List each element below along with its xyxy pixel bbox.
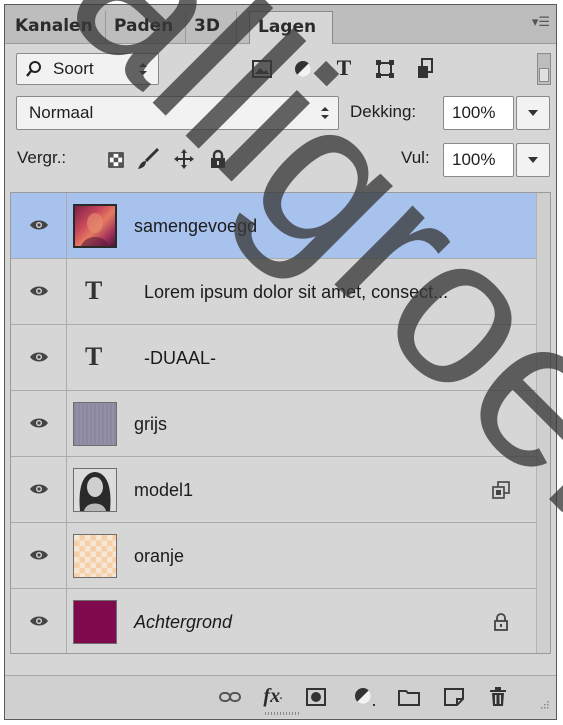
layers-panel: Kanalen Paden 3D Lagen ▾☰ Soort T Normaa… [4, 4, 557, 720]
eye-icon [29, 216, 49, 235]
layers-scrollbar[interactable] [536, 193, 550, 653]
layer-thumbnail[interactable] [73, 204, 117, 248]
filter-smart-object-icon[interactable] [415, 56, 437, 82]
layer-thumbnail[interactable] [73, 402, 117, 446]
layer-name[interactable]: -DUAAL- [144, 325, 216, 391]
layer-row-samengevoegd[interactable]: samengevoegd [11, 193, 537, 259]
trash-icon[interactable] [486, 684, 510, 710]
add-mask-icon[interactable] [304, 685, 328, 709]
filter-shape-layer-icon[interactable] [373, 57, 397, 81]
layer-row-duaal[interactable]: T -DUAAL- [11, 325, 537, 391]
smart-object-icon [491, 480, 511, 500]
visibility-toggle[interactable] [11, 193, 67, 258]
layers-bottom-toolbar: fx. [5, 675, 556, 718]
layer-row-oranje[interactable]: oranje [11, 523, 537, 589]
blend-mode-value: Normaal [29, 103, 94, 122]
lock-transparent-pixels-icon[interactable] [105, 148, 127, 172]
tab-paden[interactable]: Paden [106, 11, 186, 43]
opacity-label: Dekking: [350, 102, 417, 121]
layer-thumbnail[interactable] [73, 534, 117, 578]
visibility-toggle[interactable] [11, 589, 67, 653]
lock-all-icon[interactable] [206, 146, 230, 172]
text-layer-icon[interactable]: T [85, 259, 102, 325]
layer-name[interactable]: samengevoegd [134, 193, 257, 259]
visibility-toggle[interactable] [11, 523, 67, 588]
eye-icon [29, 480, 49, 499]
opacity-dropdown-button[interactable] [516, 96, 550, 130]
visibility-toggle[interactable] [11, 457, 67, 522]
panel-menu-icon[interactable]: ▾☰ [532, 15, 550, 30]
layer-name[interactable]: grijs [134, 391, 167, 457]
opacity-input[interactable]: 100% [443, 96, 514, 130]
layer-name[interactable]: model1 [134, 457, 193, 523]
eye-icon [29, 546, 49, 565]
eye-icon [29, 612, 49, 631]
layer-row-achtergrond[interactable]: Achtergrond [11, 589, 537, 653]
eye-icon [29, 414, 49, 433]
new-adjustment-layer-icon[interactable] [351, 684, 379, 710]
lock-position-icon[interactable] [171, 146, 197, 172]
eye-icon [29, 282, 49, 301]
layer-thumbnail[interactable] [73, 468, 117, 512]
fill-dropdown-button[interactable] [516, 143, 550, 177]
updown-arrows-icon [317, 102, 333, 124]
fill-label: Vul: [401, 148, 430, 167]
search-icon [25, 59, 43, 79]
fill-value: 100% [452, 150, 496, 169]
text-layer-icon[interactable]: T [85, 325, 102, 391]
visibility-toggle[interactable] [11, 325, 67, 390]
fx-layer-style-icon[interactable]: fx. [258, 682, 288, 710]
lock-icon [491, 611, 511, 633]
filter-toggle-switch[interactable] [537, 53, 551, 85]
new-group-icon[interactable] [396, 685, 422, 709]
tab-lagen[interactable]: Lagen [249, 11, 333, 44]
panel-resize-handle[interactable] [265, 712, 301, 715]
link-layers-icon[interactable] [217, 685, 243, 709]
lock-label: Vergr.: [17, 148, 67, 167]
filter-pixel-layer-icon[interactable] [251, 57, 273, 81]
visibility-toggle[interactable] [11, 259, 67, 324]
layer-row-grijs[interactable]: grijs [11, 391, 537, 457]
tab-3d[interactable]: 3D [186, 11, 237, 43]
new-layer-icon[interactable] [442, 685, 466, 709]
filter-kind-select[interactable]: Soort [16, 53, 159, 85]
filter-text-layer-icon[interactable]: T [333, 55, 355, 81]
chevron-down-icon [517, 97, 549, 129]
updown-arrows-icon [135, 58, 151, 80]
tab-kanalen[interactable]: Kanalen [7, 11, 106, 43]
layer-name[interactable]: Achtergrond [134, 589, 232, 653]
eye-icon [29, 348, 49, 367]
layer-row-lorem[interactable]: T Lorem ipsum dolor sit amet, consect... [11, 259, 537, 325]
fill-input[interactable]: 100% [443, 143, 514, 177]
layers-list: samengevoegd T Lorem ipsum dolor sit ame… [10, 192, 551, 654]
layer-name[interactable]: oranje [134, 523, 184, 589]
layer-thumbnail[interactable] [73, 600, 117, 644]
opacity-value: 100% [452, 103, 496, 122]
filter-kind-label: Soort [53, 59, 94, 78]
tab-bar: Kanalen Paden 3D Lagen ▾☰ [5, 5, 556, 44]
visibility-toggle[interactable] [11, 391, 67, 456]
blend-mode-select[interactable]: Normaal [16, 96, 339, 130]
filter-adjustment-layer-icon[interactable] [292, 57, 314, 81]
resize-grip-icon[interactable] [536, 698, 550, 712]
layer-row-model1[interactable]: model1 [11, 457, 537, 523]
lock-image-pixels-icon[interactable] [135, 146, 161, 172]
layer-name[interactable]: Lorem ipsum dolor sit amet, consect... [144, 259, 448, 325]
chevron-down-icon [517, 144, 549, 176]
